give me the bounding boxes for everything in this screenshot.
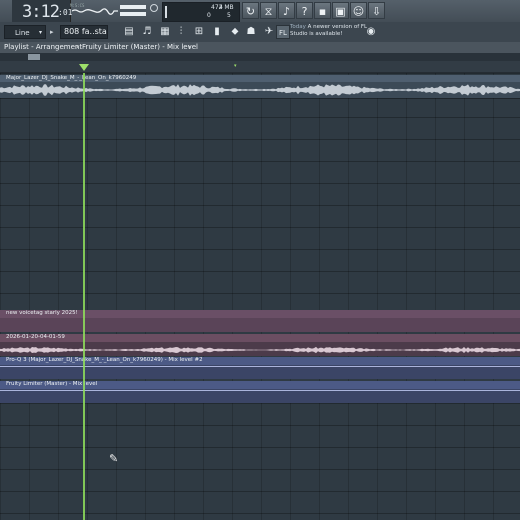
audio-clip-1[interactable] — [0, 82, 520, 98]
plugin-icon[interactable]: ▮ — [210, 25, 224, 39]
news-panel[interactable]: Today A newer version of FL Studio is av… — [290, 24, 370, 40]
clip-label: 2026-01-20-04-01-59 — [6, 334, 65, 340]
tempo-icon[interactable]: ⬥ — [228, 25, 242, 39]
metronome-icon[interactable]: ↻ — [242, 2, 259, 19]
scrollbar-thumb[interactable] — [28, 54, 40, 60]
breadcrumb-separator: › — [76, 43, 79, 51]
globe-icon[interactable]: ◉ — [364, 25, 378, 39]
chat-icon[interactable]: ☺ — [350, 2, 367, 19]
piano-roll-icon[interactable]: ♬ — [140, 25, 154, 39]
timeline-ruler[interactable] — [0, 53, 520, 73]
pattern-song-icon[interactable]: ⧖ — [260, 2, 277, 19]
mixer-icon[interactable]: ⫶ — [174, 25, 188, 39]
time-sub: :01 — [58, 8, 73, 17]
main-toolbar: 3:12 :01 M:S:CS 4 472 MB 0 5 ↻ ⧖ ♪ ? ▪ ▣… — [0, 0, 520, 23]
automation-line — [0, 390, 520, 391]
cpu-meter — [165, 6, 167, 18]
context-title[interactable]: Fruity Limiter (Master) - Mix level — [82, 42, 198, 53]
download-icon[interactable]: ⇩ — [368, 2, 385, 19]
memory-value: 472 MB — [211, 4, 234, 11]
oscilloscope-wave — [71, 8, 118, 15]
clip-label: Pro-Q 3 (Major_Lazer_DJ_Snake_M_-_Lean_O… — [6, 357, 203, 363]
clip-header-audio-1[interactable]: Major_Lazer_DJ_Snake_M_-_Lean_On_k796024… — [0, 75, 520, 82]
playhead-line[interactable] — [83, 73, 85, 520]
master-volume-bar-l[interactable] — [120, 5, 146, 9]
pattern-label: 808 fa..starly — [64, 27, 107, 36]
recording-filter-icon[interactable]: ✈ — [262, 25, 276, 39]
news-today: Today — [290, 24, 306, 30]
playlist-titlebar: Playlist - Arrangement › Fruity Limiter … — [0, 42, 520, 53]
breadcrumb-separator-2: › — [188, 43, 191, 51]
time-main: 3:12 — [22, 2, 60, 22]
overview-scrollbar[interactable] — [0, 53, 520, 61]
browser-icon[interactable]: ⊞ — [192, 25, 206, 39]
voices-label: 0 — [207, 12, 211, 19]
window-title: Playlist - Arrangement — [4, 43, 83, 51]
clip-header-recording[interactable]: 2026-01-20-04-01-59 — [0, 334, 520, 342]
clip-header-automation-limiter[interactable]: Fruity Limiter (Master) - Mix level — [0, 381, 520, 389]
snap-mode-label: Line — [15, 29, 30, 37]
tool-icon[interactable]: ☗ — [244, 25, 258, 39]
recording-clip[interactable] — [0, 342, 520, 356]
playlist-grid[interactable] — [0, 73, 520, 520]
playhead-marker-icon[interactable] — [79, 64, 89, 71]
clip-header-voicetag[interactable]: new voicetag starly 2025! — [0, 310, 520, 318]
automation-line — [0, 366, 520, 367]
mic-icon[interactable]: ♪ — [278, 2, 295, 19]
automation-clip-proq[interactable] — [0, 365, 520, 379]
oscilloscope — [71, 3, 118, 19]
fl-news-icon[interactable]: FL — [276, 25, 290, 39]
loop-marker-icon: ▾ — [234, 63, 237, 69]
save-icon[interactable]: ▪ — [314, 2, 331, 19]
mouse-cursor-icon: ✎ — [109, 452, 119, 465]
track-divider — [0, 98, 520, 99]
master-pitch-knob[interactable] — [150, 4, 158, 12]
secondary-toolbar: Line ▾ ▸ 808 fa..starly ▤ ♬ ▦ ⫶ ⊞ ▮ ⬥ ☗ … — [0, 22, 520, 43]
master-volume-bar-r[interactable] — [120, 12, 146, 16]
pattern-select[interactable]: 808 fa..starly — [60, 25, 108, 39]
snap-mode-select[interactable]: Line ▾ — [4, 25, 46, 39]
waveform — [0, 346, 520, 354]
help-icon[interactable]: ? — [296, 2, 313, 19]
clip-label: Major_Lazer_DJ_Snake_M_-_Lean_On_k796024… — [6, 75, 137, 81]
voices-value: 5 — [227, 12, 231, 19]
pattern-prev-icon[interactable]: ▸ — [50, 28, 54, 36]
playlist-icon[interactable]: ▤ — [122, 25, 136, 39]
automation-clip-limiter[interactable] — [0, 389, 520, 403]
waveform — [0, 84, 520, 96]
voicetag-clip[interactable] — [0, 318, 520, 332]
clip-label: new voicetag starly 2025! — [6, 310, 78, 316]
render-icon[interactable]: ▣ — [332, 2, 349, 19]
channel-rack-icon[interactable]: ▦ — [158, 25, 172, 39]
cpu-memory-panel: 4 472 MB 0 5 — [162, 2, 240, 22]
chevron-down-icon: ▾ — [38, 29, 42, 36]
clip-header-automation-proq[interactable]: Pro-Q 3 (Major_Lazer_DJ_Snake_M_-_Lean_O… — [0, 357, 520, 365]
song-time-display[interactable]: 3:12 :01 M:S:CS — [12, 0, 84, 22]
